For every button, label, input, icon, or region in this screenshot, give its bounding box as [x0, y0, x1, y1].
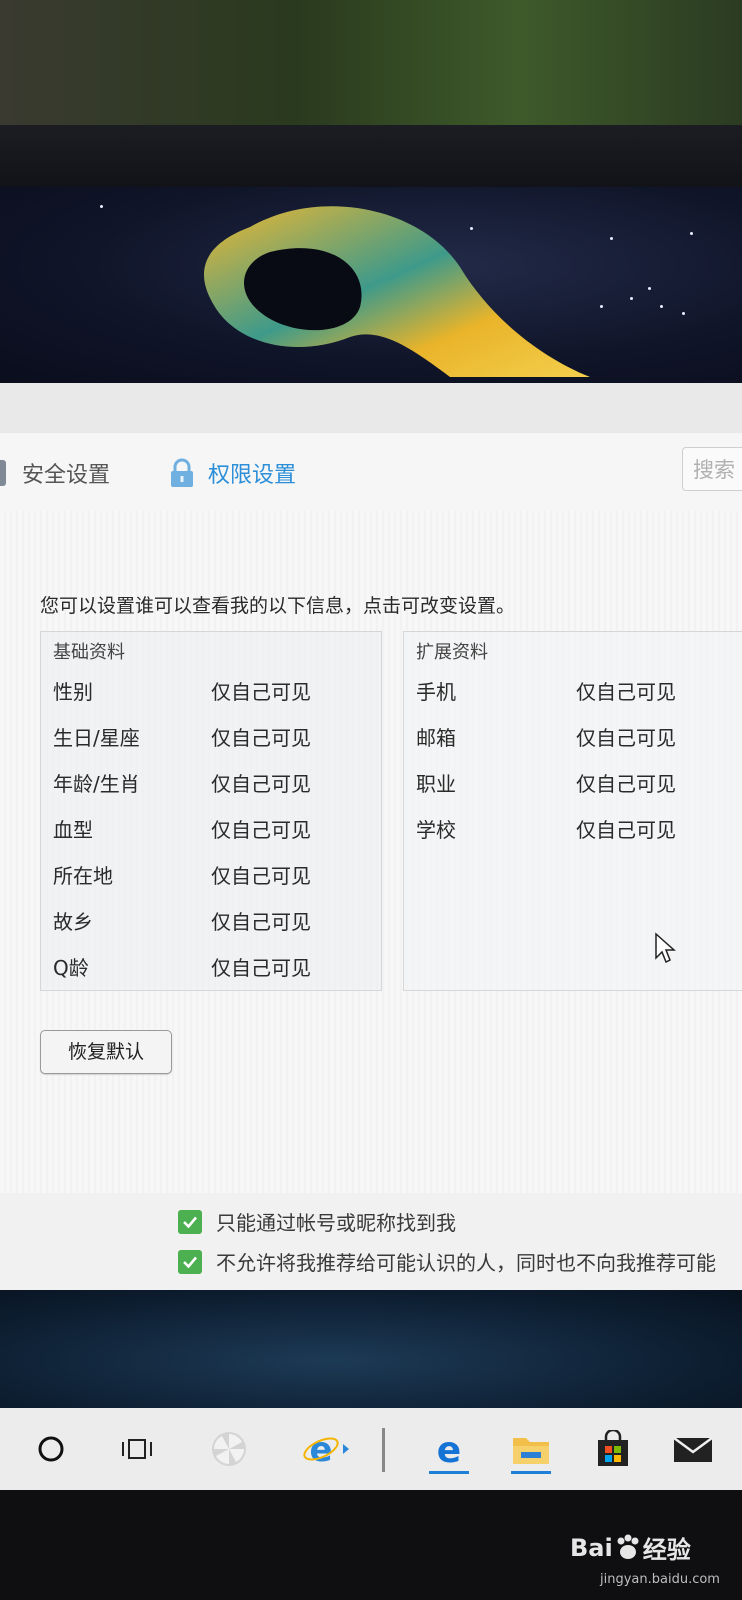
photo-background-top	[0, 0, 742, 125]
mail-envelope-icon	[673, 1436, 713, 1462]
lock-icon	[171, 458, 193, 487]
option-no-recommend[interactable]: 不允许将我推荐给可能认识的人，同时也不向我推荐可能	[178, 1247, 716, 1276]
mail-button[interactable]	[668, 1424, 718, 1474]
visibility-value[interactable]: 仅自己可见	[576, 676, 676, 705]
store-button[interactable]	[588, 1424, 638, 1474]
windows-taskbar: e e	[0, 1408, 742, 1490]
taskbar-divider	[382, 1428, 385, 1472]
privacy-row: 性别 仅自己可见	[41, 672, 381, 712]
internet-explorer-icon: e	[303, 1430, 339, 1468]
field-label: Q龄	[53, 956, 89, 980]
cortana-circle-icon	[38, 1436, 64, 1462]
permission-content: 您可以设置谁可以查看我的以下信息，点击可改变设置。 基础资料 性别 仅自己可见 …	[0, 511, 742, 1193]
baidu-paw-icon	[617, 1534, 639, 1559]
privacy-row: Q龄 仅自己可见	[41, 948, 381, 988]
active-indicator	[429, 1471, 469, 1474]
visibility-value[interactable]: 仅自己可见	[576, 722, 676, 751]
svg-text:e: e	[437, 1430, 461, 1468]
watermark-brand: Bai	[570, 1533, 613, 1562]
visibility-value[interactable]: 仅自己可见	[576, 814, 676, 843]
cortana-button[interactable]	[26, 1424, 76, 1474]
visibility-value[interactable]: 仅自己可见	[211, 722, 311, 751]
field-label: 职业	[416, 772, 456, 796]
active-indicator	[511, 1471, 551, 1474]
tab-security-label: 安全设置	[22, 463, 111, 488]
restore-default-button[interactable]: 恢复默认	[40, 1030, 172, 1074]
field-label: 性别	[53, 680, 93, 704]
privacy-row: 年龄/生肖 仅自己可见	[41, 764, 381, 804]
basic-info-panel: 基础资料 性别 仅自己可见 生日/星座 仅自己可见 年龄/生肖 仅自己可见 血型…	[40, 631, 382, 991]
checkbox-checked[interactable]	[178, 1209, 202, 1234]
svg-text:e: e	[309, 1430, 332, 1468]
privacy-row: 血型 仅自己可见	[41, 810, 381, 850]
mermaid-tail-illustration	[203, 206, 590, 377]
watermark-brand2: 经验	[642, 1536, 691, 1564]
field-label: 生日/星座	[53, 726, 140, 750]
task-view-button[interactable]	[112, 1424, 162, 1474]
field-label: 血型	[53, 818, 93, 842]
watermark-url: jingyan.baidu.com	[600, 1572, 720, 1587]
visibility-value[interactable]: 仅自己可见	[211, 906, 311, 935]
pinwheel-icon	[212, 1432, 246, 1466]
field-label: 所在地	[53, 864, 113, 888]
visibility-value[interactable]: 仅自己可见	[211, 814, 311, 843]
baidu-jingyan-watermark: Bai 经验	[570, 1530, 691, 1565]
checkmark-icon	[183, 1216, 197, 1228]
visibility-value[interactable]: 仅自己可见	[211, 676, 311, 705]
option-find-by-account[interactable]: 只能通过帐号或昵称找到我	[178, 1207, 456, 1236]
option-label: 不允许将我推荐给可能认识的人，同时也不向我推荐可能	[216, 1251, 716, 1275]
desktop-wallpaper-lower	[0, 1290, 742, 1408]
edge-icon: e	[437, 1430, 461, 1468]
visibility-value[interactable]: 仅自己可见	[211, 768, 311, 797]
settings-window: 安全设置 权限设置 搜索 您可以设置谁可以查看我的以下信息，点击可改变设置。 基…	[0, 383, 742, 1193]
desktop-wallpaper	[0, 187, 742, 383]
task-view-icon	[122, 1439, 152, 1459]
file-explorer-button[interactable]	[506, 1424, 556, 1474]
folder-icon	[513, 1438, 549, 1464]
app-button-pinwheel[interactable]	[204, 1424, 254, 1474]
privacy-row: 生日/星座 仅自己可见	[41, 718, 381, 758]
extended-info-title: 扩展资料	[416, 642, 488, 663]
tab-icon-partial	[0, 460, 6, 486]
privacy-row: 手机 仅自己可见	[404, 672, 742, 712]
visibility-value[interactable]: 仅自己可见	[211, 952, 311, 981]
permission-intro-text: 您可以设置谁可以查看我的以下信息，点击可改变设置。	[40, 595, 516, 617]
checkmark-icon	[183, 1256, 197, 1268]
field-label: 邮箱	[416, 726, 456, 750]
mouse-cursor-icon	[655, 932, 676, 964]
field-label: 学校	[416, 818, 456, 842]
checkbox-checked[interactable]	[178, 1249, 202, 1274]
store-bag-icon	[598, 1430, 628, 1466]
basic-info-title: 基础资料	[53, 642, 125, 663]
edge-browser-button[interactable]: e	[424, 1424, 474, 1474]
field-label: 年龄/生肖	[53, 772, 140, 796]
tab-permission-settings[interactable]: 权限设置	[168, 457, 296, 489]
chevron-right-icon	[343, 1444, 349, 1454]
search-options-section: 只能通过帐号或昵称找到我 不允许将我推荐给可能认识的人，同时也不向我推荐可能	[0, 1193, 742, 1290]
option-label: 只能通过帐号或昵称找到我	[216, 1211, 456, 1235]
field-label: 手机	[416, 680, 456, 704]
settings-nav: 安全设置 权限设置 搜索	[0, 433, 742, 512]
monitor-bezel	[0, 125, 742, 187]
privacy-row: 故乡 仅自己可见	[41, 902, 381, 942]
privacy-row: 邮箱 仅自己可见	[404, 718, 742, 758]
privacy-row: 所在地 仅自己可见	[41, 856, 381, 896]
extended-info-panel: 扩展资料 手机 仅自己可见 邮箱 仅自己可见 职业 仅自己可见 学校 仅自己可见	[403, 631, 742, 991]
visibility-value[interactable]: 仅自己可见	[576, 768, 676, 797]
window-top-strip	[0, 383, 742, 433]
ie-jumplist-arrow[interactable]	[336, 1424, 356, 1474]
privacy-row: 职业 仅自己可见	[404, 764, 742, 804]
visibility-value[interactable]: 仅自己可见	[211, 860, 311, 889]
privacy-row: 学校 仅自己可见	[404, 810, 742, 850]
search-input[interactable]: 搜索	[682, 447, 742, 491]
field-label: 故乡	[53, 910, 93, 934]
tab-permission-label: 权限设置	[208, 463, 297, 488]
tab-security-settings[interactable]: 安全设置	[0, 457, 110, 489]
